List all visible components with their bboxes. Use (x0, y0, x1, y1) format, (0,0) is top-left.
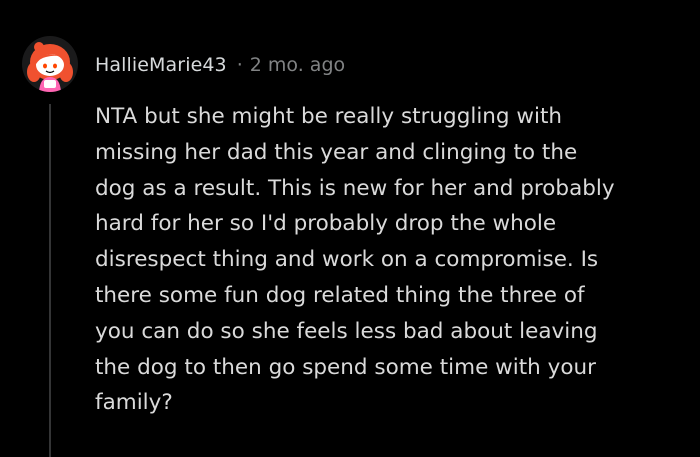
snoo-avatar-icon (27, 42, 73, 92)
comment-body-line: dog as a result. This is new for her and… (95, 175, 615, 201)
comment-body-line: there some fun dog related thing the thr… (95, 282, 585, 308)
meta-separator: · (236, 54, 243, 76)
avatar[interactable] (22, 36, 78, 92)
comment-body-line: NTA but she might be really struggling w… (95, 104, 563, 129)
comment-meta: HallieMarie43 · 2 mo. ago (95, 50, 345, 80)
comment-body-line: missing her dad this year and clinging t… (95, 139, 578, 165)
thread-line[interactable] (49, 104, 51, 457)
comment-body-line: the dog to then go spend some time with … (95, 354, 596, 380)
comment-body: NTA but she might be really struggling w… (95, 99, 675, 421)
comment-body-line: disrespect thing and work on a compromis… (95, 247, 599, 273)
comment-body-line: hard for her so I'd probably drop the wh… (95, 211, 557, 237)
username-link[interactable]: HallieMarie43 (95, 54, 227, 76)
comment-timestamp[interactable]: 2 mo. ago (250, 54, 345, 76)
comment-body-line: you can do so she feels less bad about l… (95, 318, 598, 344)
comment: HallieMarie43 · 2 mo. ago NTA but she mi… (0, 0, 700, 457)
comment-body-line: family? (95, 390, 173, 416)
